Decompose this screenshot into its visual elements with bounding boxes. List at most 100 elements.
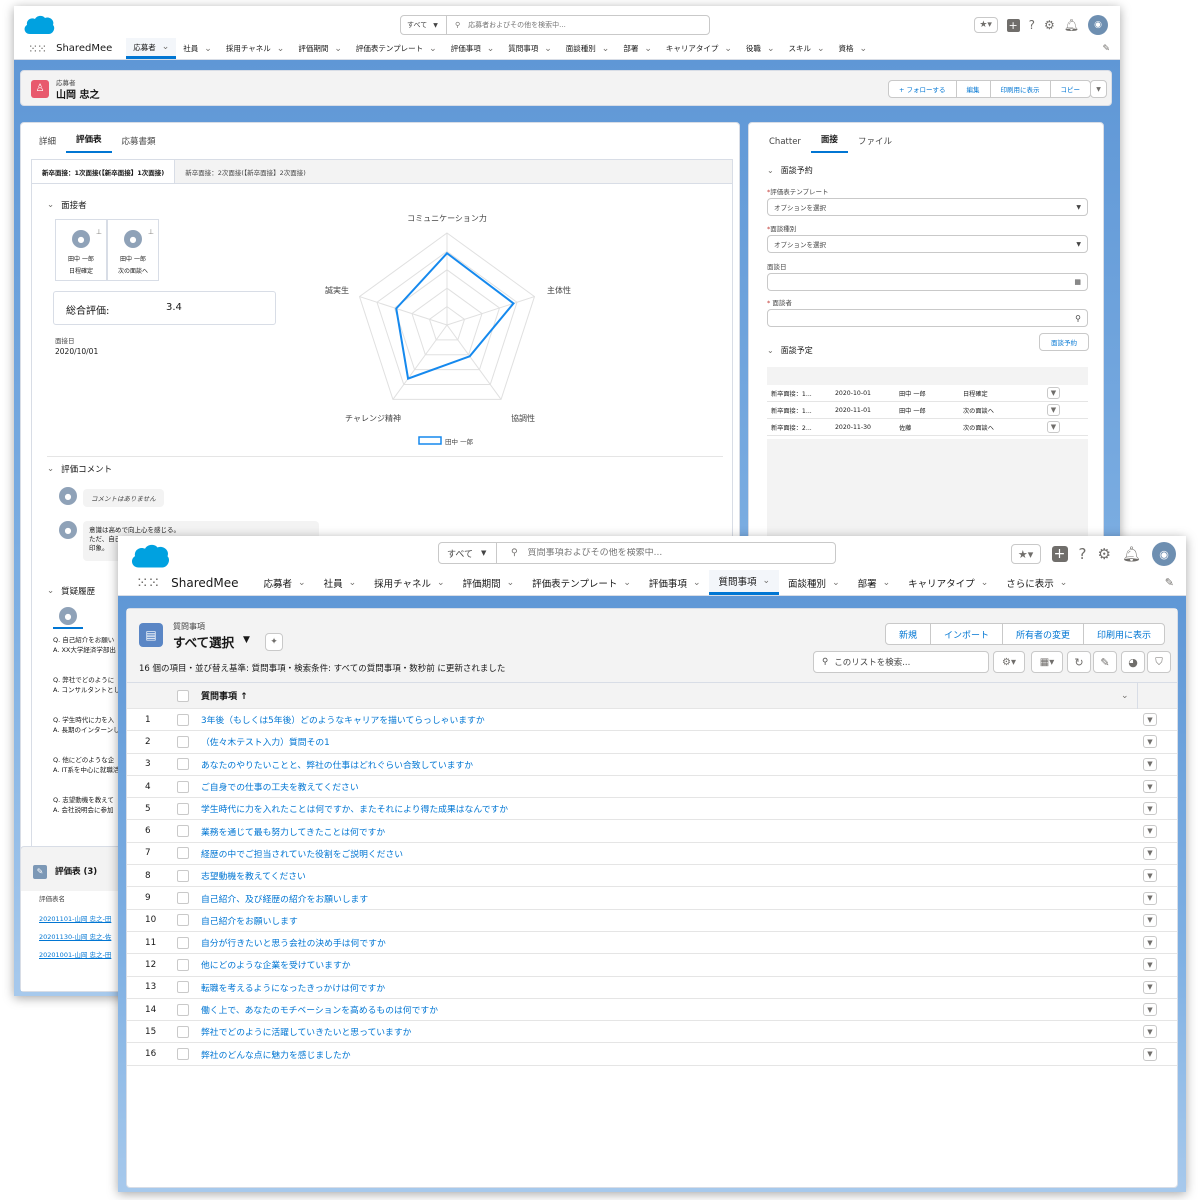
nav-item-0[interactable]: 応募者 ⌄ (126, 38, 177, 59)
nav-item-2[interactable]: 採用チャネル ⌄ (219, 38, 291, 59)
interviewer-card[interactable]: ● ⊥ 田中 一郎 日程確定 (55, 219, 107, 281)
add-icon[interactable]: + (1006, 18, 1020, 32)
person-lookup-input[interactable]: ⚲ (767, 309, 1088, 327)
nav-item-0[interactable]: 応募者 ⌄ (255, 570, 315, 595)
row-checkbox[interactable] (177, 869, 189, 882)
evaluation-link[interactable]: 20201101-山岡 忠之-田 (39, 910, 111, 928)
record-action-button[interactable]: 印刷用に表示 (989, 80, 1051, 98)
row-menu-icon[interactable]: ▼ (1143, 1025, 1157, 1039)
row-menu-icon[interactable]: ▼ (1143, 1047, 1157, 1061)
tab-2[interactable]: 応募書類 (112, 135, 166, 153)
book-interview-button[interactable]: 面談予約 (1039, 333, 1089, 351)
question-link[interactable]: 3年後（もしくは5年後）どのようなキャリアを描いてらっしゃいますか (201, 713, 485, 726)
kind-select[interactable]: オプションを選択 ▼ (767, 235, 1088, 253)
row-menu-icon[interactable]: ▼ (1047, 404, 1060, 416)
row-checkbox[interactable] (177, 847, 189, 860)
nav-item-4[interactable]: 評価表テンプレート ⌄ (349, 38, 444, 59)
question-link[interactable]: 自分が行きたいと思う会社の決め手は何ですか (201, 936, 386, 949)
evaluation-link[interactable]: 20201130-山岡 忠之-佐 (39, 928, 111, 946)
nav-item-8[interactable]: 部署 ⌄ (616, 38, 659, 59)
row-menu-icon[interactable]: ▼ (1143, 936, 1157, 950)
question-link[interactable]: 転職を考えるようになったきっかけは何ですか (201, 981, 385, 994)
favorites-icon[interactable]: ★▾ (973, 17, 998, 33)
record-action-button[interactable]: + フォローする (887, 80, 957, 98)
pin-icon[interactable]: ⊥ (148, 228, 154, 236)
question-link[interactable]: （佐々木テスト入力）質問その1 (201, 735, 330, 748)
interviewers-section-header[interactable]: ⌄ 面接者 (47, 199, 87, 211)
nav-item-3[interactable]: 評価期間 ⌄ (454, 570, 524, 595)
calendar-icon[interactable]: ▦ (1074, 278, 1081, 286)
list-settings-icon[interactable]: ⚙▾ (993, 651, 1025, 673)
nav-item-7[interactable]: 面談種別 ⌄ (559, 38, 617, 59)
tab-0[interactable]: Chatter (759, 137, 811, 153)
nav-item-8[interactable]: 部署 ⌄ (849, 570, 900, 595)
help-icon[interactable]: ? (1029, 18, 1035, 32)
row-checkbox[interactable] (177, 758, 189, 771)
interviewer-card[interactable]: ● ⊥ 田中 一郎 次の面談へ (107, 219, 159, 281)
tab-2[interactable]: ファイル (848, 135, 902, 153)
search-input[interactable] (527, 548, 818, 558)
question-link[interactable]: 自己紹介をお願いします (201, 914, 298, 927)
list-view-chevron-icon[interactable]: ▼ (243, 635, 250, 645)
row-menu-icon[interactable]: ▼ (1047, 387, 1060, 399)
edit-list-icon[interactable]: ✎ (1093, 651, 1117, 673)
question-link[interactable]: 働く上で、あなたのモチベーションを高めるものは何ですか (201, 1003, 438, 1016)
row-menu-icon[interactable]: ▼ (1143, 757, 1157, 771)
nav-item-2[interactable]: 採用チャネル ⌄ (365, 570, 453, 595)
evaluation-link[interactable]: 20201001-山岡 忠之-田 (39, 946, 111, 964)
nav-item-5[interactable]: 評価事項 ⌄ (444, 38, 502, 59)
row-menu-icon[interactable]: ▼ (1143, 780, 1157, 794)
refresh-icon[interactable]: ↻ (1067, 651, 1091, 673)
question-link[interactable]: 業務を通じて最も努力してきたことは何ですか (201, 825, 385, 838)
row-checkbox[interactable] (177, 892, 189, 905)
bell-icon[interactable]: 🔔︎ (1122, 545, 1141, 563)
filter-icon[interactable]: ⛉ (1147, 651, 1171, 673)
row-checkbox[interactable] (177, 981, 189, 994)
more-actions-button[interactable]: ▼ (1090, 80, 1107, 98)
edit-nav-icon[interactable]: ✎ (1102, 44, 1110, 54)
list-action-button[interactable]: 所有者の変更 (1001, 623, 1084, 645)
column-menu-chevron-icon[interactable]: ⌄ (1121, 691, 1129, 701)
nav-item-1[interactable]: 社員 ⌄ (176, 38, 219, 59)
favorites-icon[interactable]: ★▾ (1010, 544, 1041, 564)
row-checkbox[interactable] (177, 825, 189, 838)
question-link[interactable]: 経歴の中でご担当されていた役割をご説明ください (201, 847, 403, 860)
salesforce-logo-icon[interactable] (22, 12, 56, 36)
list-search[interactable]: ⚲ このリストを検索... (813, 651, 989, 673)
question-link[interactable]: 学生時代に力を入れたことは何ですか、またそれにより得た成果はなんですか (201, 802, 508, 815)
search-scope[interactable]: すべて ▼ (439, 543, 497, 563)
question-link[interactable]: 志望動機を教えてください (201, 869, 306, 882)
qa-history-section-header[interactable]: ⌄ 質疑履歴 (47, 585, 95, 597)
tab-1[interactable]: 面接 (810, 133, 848, 153)
list-action-button[interactable]: 新規 (884, 623, 931, 645)
row-menu-icon[interactable]: ▼ (1143, 824, 1157, 838)
user-avatar[interactable]: ◉ (1152, 542, 1176, 566)
nav-item-10[interactable]: 役職 ⌄ (739, 38, 782, 59)
date-input[interactable]: ▦ (767, 273, 1088, 291)
search-scope[interactable]: すべて ▼ (401, 16, 447, 34)
list-action-button[interactable]: 印刷用に表示 (1082, 623, 1165, 645)
add-icon[interactable]: + (1051, 546, 1068, 562)
row-menu-icon[interactable]: ▼ (1143, 802, 1157, 816)
row-checkbox[interactable] (177, 1003, 189, 1016)
tab-1[interactable]: 評価表 (66, 133, 112, 153)
row-checkbox[interactable] (177, 914, 189, 927)
nav-item-12[interactable]: 資格 ⌄ (832, 38, 875, 59)
row-checkbox[interactable] (177, 1048, 189, 1061)
nav-item-11[interactable]: スキル ⌄ (781, 38, 831, 59)
row-checkbox[interactable] (177, 802, 189, 815)
question-link[interactable]: 弊社でどのように活躍していきたいと思っていますか (201, 1025, 411, 1038)
nav-item-6[interactable]: 質問事項 ⌄ (501, 38, 559, 59)
nav-item-9[interactable]: キャリアタイプ ⌄ (899, 570, 997, 595)
row-checkbox[interactable] (177, 780, 189, 793)
display-as-table-icon[interactable]: ▦▾ (1031, 651, 1063, 673)
row-checkbox[interactable] (177, 735, 189, 748)
row-checkbox[interactable] (177, 958, 189, 971)
row-menu-icon[interactable]: ▼ (1143, 958, 1157, 972)
row-checkbox[interactable] (177, 1025, 189, 1038)
gear-icon[interactable]: ⚙ (1044, 18, 1055, 32)
question-link[interactable]: ご自身での仕事の工夫を教えてください (201, 780, 359, 793)
comments-section-header[interactable]: ⌄ 評価コメント (47, 463, 112, 475)
row-menu-icon[interactable]: ▼ (1047, 421, 1060, 433)
row-menu-icon[interactable]: ▼ (1143, 869, 1157, 883)
